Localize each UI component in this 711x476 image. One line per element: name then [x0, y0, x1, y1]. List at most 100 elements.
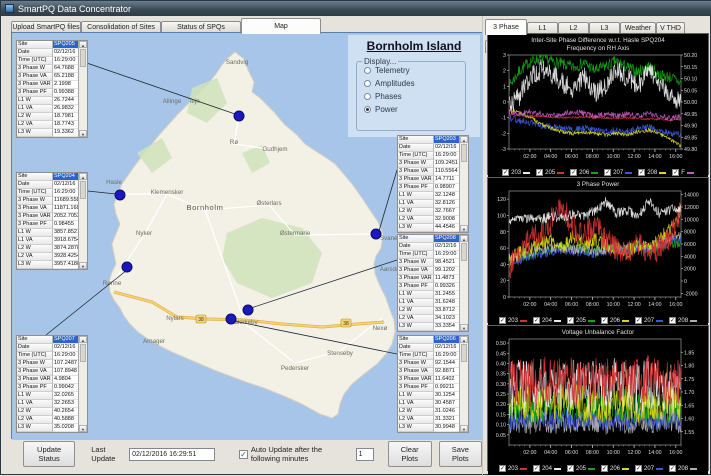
table-row: L1 VA32.8126: [398, 200, 459, 208]
legend-checkbox-207[interactable]: ✓: [635, 317, 642, 324]
table-scrollbar[interactable]: ▲▼: [78, 41, 87, 137]
radio-amplitudes[interactable]: Amplitudes: [364, 79, 465, 88]
scroll-down-icon[interactable]: ▼: [460, 225, 468, 232]
legend-checkbox-208[interactable]: ✓: [669, 465, 676, 472]
scroll-up-icon[interactable]: ▲: [460, 235, 468, 242]
legend-checkbox-205[interactable]: ✓: [536, 169, 543, 176]
scroll-up-icon[interactable]: ▲: [79, 41, 87, 48]
spq-table-spq203: SiteSPQ203Date02/12/16Time (UTC)16:29:00…: [397, 135, 469, 233]
display-group-label: Display...: [362, 57, 398, 66]
row-value: 99.1202: [434, 267, 459, 275]
spq-table-spq204: SiteSPQ204Date02/12/16Time (UTC)16:29:00…: [16, 172, 88, 270]
chart-plot: Inter-Site Phase Difference w.r.t. Hasle…: [488, 34, 708, 161]
row-value: 0.99326: [434, 283, 459, 291]
radio-phases[interactable]: Phases: [364, 92, 465, 101]
table-scrollbar[interactable]: ▲▼: [459, 136, 468, 232]
row-value: SPQ205: [53, 41, 78, 49]
row-label: L2 VA: [398, 416, 434, 424]
scroll-down-icon[interactable]: ▼: [79, 262, 87, 269]
auto-update-checkbox[interactable]: ✓: [239, 450, 248, 459]
row-value: 32.7667: [434, 208, 459, 216]
legend-checkbox-207[interactable]: ✓: [604, 169, 611, 176]
row-value: 107.2487: [53, 360, 78, 368]
titlebar[interactable]: SmartPQ Data Concentrator: [1, 1, 711, 16]
tab-map[interactable]: Map: [241, 18, 321, 34]
auto-update-label: Auto Update after the following minutes: [251, 445, 351, 463]
row-label: 3 Phase W: [17, 65, 53, 73]
save-plots-button[interactable]: Save Plots: [439, 441, 482, 467]
site-marker-spq203[interactable]: [371, 229, 381, 239]
left-tick-label: 40: [500, 262, 506, 268]
table-row: 3 Phase W107.2487: [17, 360, 78, 368]
scroll-down-icon[interactable]: ▼: [460, 324, 468, 331]
table-scrollbar[interactable]: ▲▼: [78, 336, 87, 432]
scroll-thumb[interactable]: [80, 181, 86, 199]
table-row: Time (UTC)16:29:00: [398, 251, 459, 259]
site-marker-spq207[interactable]: [122, 262, 132, 272]
last-update-field[interactable]: [129, 448, 215, 461]
scroll-up-icon[interactable]: ▲: [460, 136, 468, 143]
table-scrollbar[interactable]: ▲▼: [459, 235, 468, 331]
scroll-down-icon[interactable]: ▼: [79, 130, 87, 137]
right-tick-label: 8000: [684, 230, 696, 236]
scroll-thumb[interactable]: [80, 49, 86, 67]
right-tick-label: 50.05: [684, 88, 697, 94]
scroll-up-icon[interactable]: ▲: [460, 336, 468, 343]
right-tick-label: 50.20: [684, 53, 697, 59]
scroll-thumb[interactable]: [461, 344, 467, 362]
legend-checkbox-206[interactable]: ✓: [570, 169, 577, 176]
last-update-label: Last Update: [91, 445, 122, 463]
update-status-button[interactable]: Update Status: [23, 441, 75, 467]
auto-update-minutes-field[interactable]: [356, 448, 374, 461]
radio-power[interactable]: Power: [364, 105, 465, 114]
legend-checkbox-207[interactable]: ✓: [635, 465, 642, 472]
table-row: Date02/12/16: [17, 49, 78, 57]
table-scrollbar[interactable]: ▲▼: [78, 173, 87, 269]
table-row: Date02/12/16: [17, 344, 78, 352]
legend-checkbox-203[interactable]: ✓: [499, 465, 506, 472]
tab-3-phase[interactable]: 3 Phase: [485, 19, 527, 35]
row-value: 32.8126: [434, 200, 459, 208]
table-row: L2 VA40.5888: [17, 416, 78, 424]
legend-checkbox-204[interactable]: ✓: [533, 317, 540, 324]
site-marker-spq205[interactable]: [234, 111, 244, 121]
scroll-down-icon[interactable]: ▼: [460, 425, 468, 432]
table-scrollbar[interactable]: ▲▼: [459, 336, 468, 432]
right-tick-label: 49.80: [684, 147, 697, 153]
map-place-label: Arnager: [143, 338, 165, 345]
clear-plots-button[interactable]: Clear Plots: [388, 441, 432, 467]
scroll-thumb[interactable]: [461, 144, 467, 162]
map-panel[interactable]: 3838SandvigAllingeTejnRøGudhjemHasleKlem…: [11, 32, 482, 439]
legend-checkbox-206[interactable]: ✓: [601, 465, 608, 472]
x-tick-label: 16:00: [669, 302, 682, 308]
legend-checkbox-206[interactable]: ✓: [601, 317, 608, 324]
row-label: 3 Phase W: [17, 360, 53, 368]
legend-checkbox-205[interactable]: ✓: [567, 465, 574, 472]
scroll-thumb[interactable]: [80, 344, 86, 362]
scroll-up-icon[interactable]: ▲: [79, 173, 87, 180]
legend-color-swatch: [622, 468, 629, 470]
row-label: 3 Phase VAR: [398, 376, 434, 384]
row-label: 3 Phase PF: [398, 283, 434, 291]
legend-checkbox-208[interactable]: ✓: [638, 169, 645, 176]
site-marker-spq208[interactable]: [243, 305, 253, 315]
radio-label: Phases: [375, 92, 402, 101]
legend-checkbox-204[interactable]: ✓: [533, 465, 540, 472]
scroll-down-icon[interactable]: ▼: [79, 425, 87, 432]
scroll-thumb[interactable]: [461, 243, 467, 261]
legend-checkbox-203[interactable]: ✓: [502, 169, 509, 176]
scroll-up-icon[interactable]: ▲: [79, 336, 87, 343]
site-marker-spq206[interactable]: [226, 314, 236, 324]
legend-checkbox-208[interactable]: ✓: [669, 317, 676, 324]
site-marker-spq204[interactable]: [115, 190, 125, 200]
road-badge-38: 38: [196, 315, 206, 323]
table-row: L2 VA32.9008: [398, 216, 459, 224]
legend-checkbox-205[interactable]: ✓: [567, 317, 574, 324]
legend-checkbox-f[interactable]: ✓: [672, 169, 679, 176]
right-tick-label: 1.55: [684, 430, 694, 436]
radio-telemetry[interactable]: Telemetry: [364, 66, 465, 75]
row-label: L3 W: [17, 424, 53, 432]
row-label: Time (UTC): [17, 57, 53, 65]
legend-checkbox-203[interactable]: ✓: [499, 317, 506, 324]
right-tick-label: 1.75: [684, 377, 694, 383]
